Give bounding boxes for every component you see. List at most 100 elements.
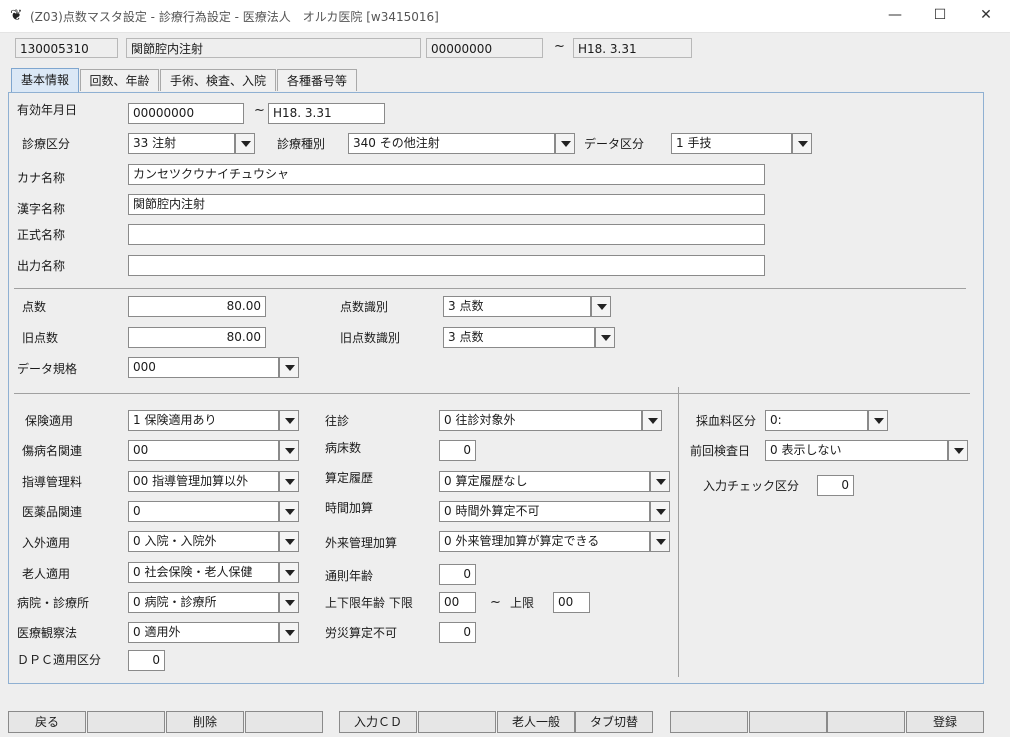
header-start-date: 00000000 <box>426 38 543 58</box>
chevron-down-icon[interactable] <box>279 471 299 492</box>
function-button-2[interactable] <box>87 711 165 733</box>
old-tensu-field[interactable]: 80.00 <box>128 327 266 348</box>
shinryo-kubun-select[interactable]: 33 注射 <box>128 133 235 154</box>
function-button-11[interactable] <box>827 711 905 733</box>
dpc-label: ＤＰＣ適用区分 <box>17 653 102 667</box>
data-kikaku-select[interactable]: 000 <box>128 357 279 378</box>
header-end-date: H18. 3.31 <box>573 38 692 58</box>
zenkai-select[interactable]: 0 表示しない <box>765 440 948 461</box>
valid-tilde: ~ <box>254 103 265 118</box>
byosho-field[interactable]: 0 <box>439 440 476 461</box>
kansatsu-select[interactable]: 0 適用外 <box>128 622 279 643</box>
kanji-field[interactable]: 関節腔内注射 <box>128 194 765 215</box>
zenkai-label: 前回検査日 <box>690 444 751 458</box>
oshin-select[interactable]: 0 往診対象外 <box>439 410 642 431</box>
shinryo-kubun-label: 診療区分 <box>22 137 71 151</box>
nyugai-select[interactable]: 0 入院・入院外 <box>128 531 279 552</box>
tab-surgery-exam[interactable]: 手術、検査、入院 <box>160 69 276 91</box>
shido-select[interactable]: 00 指導管理加算以外 <box>128 471 279 492</box>
jikan-label: 時間加算 <box>325 501 374 515</box>
chevron-down-icon[interactable] <box>279 562 299 583</box>
byosho-label: 病床数 <box>325 441 362 455</box>
chevron-down-icon[interactable] <box>650 531 670 552</box>
byoin-select[interactable]: 0 病院・診療所 <box>128 592 279 613</box>
tab-numbers[interactable]: 各種番号等 <box>277 69 357 91</box>
back-button[interactable]: 戻る <box>8 711 86 733</box>
input-cd-button[interactable]: 入力ＣＤ <box>339 711 417 733</box>
saiketsu-label: 採血料区分 <box>696 414 757 428</box>
maximize-button[interactable]: ☐ <box>917 0 963 31</box>
shinryo-shubetsu-select[interactable]: 340 その他注射 <box>348 133 555 154</box>
rojin-select[interactable]: 0 社会保険・老人保健 <box>128 562 279 583</box>
gairai-select[interactable]: 0 外来管理加算が算定できる <box>439 531 650 552</box>
nyugai-label: 入外適用 <box>22 536 71 550</box>
function-button-9[interactable] <box>670 711 748 733</box>
tensu-label: 点数 <box>22 300 47 314</box>
shobyo-select[interactable]: 00 <box>128 440 279 461</box>
jogen-label: 上限 <box>510 596 535 610</box>
rosai-label: 労災算定不可 <box>325 626 398 640</box>
output-label: 出力名称 <box>17 259 66 273</box>
chevron-down-icon[interactable] <box>279 622 299 643</box>
hoken-label: 保険適用 <box>25 414 74 428</box>
iyakuhin-select[interactable]: 0 <box>128 501 279 522</box>
rojin-label: 老人適用 <box>22 567 71 581</box>
kana-field[interactable]: カンセツクウナイチュウシャ <box>128 164 765 185</box>
valid-to-field[interactable]: H18. 3.31 <box>268 103 385 124</box>
chevron-down-icon[interactable] <box>792 133 812 154</box>
chevron-down-icon[interactable] <box>650 501 670 522</box>
header-tilde: ~ <box>554 39 565 54</box>
valid-from-field[interactable]: 00000000 <box>128 103 244 124</box>
chevron-down-icon[interactable] <box>279 357 299 378</box>
chevron-down-icon[interactable] <box>650 471 670 492</box>
tab-basic-info[interactable]: 基本情報 <box>11 68 79 92</box>
jogen-field[interactable]: 00 <box>553 592 590 613</box>
register-button[interactable]: 登録 <box>906 711 984 733</box>
old-shikibetsu-select[interactable]: 3 点数 <box>443 327 595 348</box>
tsusoku-label: 通則年齢 <box>325 569 374 583</box>
rosai-field[interactable]: 0 <box>439 622 476 643</box>
input-check-field[interactable]: 0 <box>817 475 854 496</box>
chevron-down-icon[interactable] <box>555 133 575 154</box>
dpc-field[interactable]: 0 <box>128 650 165 671</box>
old-shikibetsu-label: 旧点数識別 <box>340 331 401 345</box>
kagen-field[interactable]: 00 <box>439 592 476 613</box>
saiketsu-select[interactable]: 0: <box>765 410 868 431</box>
data-kubun-select[interactable]: 1 手技 <box>671 133 792 154</box>
chevron-down-icon[interactable] <box>595 327 615 348</box>
function-button-10[interactable] <box>749 711 827 733</box>
chevron-down-icon[interactable] <box>279 531 299 552</box>
title-bar: ❦ (Z03)点数マスタ設定 - 診療行為設定 - 医療法人 オルカ医院 [w3… <box>0 0 1010 33</box>
formal-field[interactable] <box>128 224 765 245</box>
tensu-shikibetsu-select[interactable]: 3 点数 <box>443 296 591 317</box>
chevron-down-icon[interactable] <box>235 133 255 154</box>
tensu-field[interactable]: 80.00 <box>128 296 266 317</box>
output-field[interactable] <box>128 255 765 276</box>
delete-button[interactable]: 削除 <box>166 711 244 733</box>
tab-switch-button[interactable]: タブ切替 <box>575 711 653 733</box>
chevron-down-icon[interactable] <box>868 410 888 431</box>
joge-label: 上下限年齢 下限 <box>325 596 413 610</box>
chevron-down-icon[interactable] <box>279 501 299 522</box>
tsusoku-field[interactable]: 0 <box>439 564 476 585</box>
rojin-ippan-button[interactable]: 老人一般 <box>497 711 575 733</box>
chevron-down-icon[interactable] <box>279 592 299 613</box>
jikan-select[interactable]: 0 時間外算定不可 <box>439 501 650 522</box>
chevron-down-icon[interactable] <box>591 296 611 317</box>
close-button[interactable]: ✕ <box>963 0 1009 31</box>
chevron-down-icon[interactable] <box>279 410 299 431</box>
tab-count-age[interactable]: 回数、年齢 <box>80 69 159 91</box>
function-button-6[interactable] <box>418 711 496 733</box>
santei-select[interactable]: 0 算定履歴なし <box>439 471 650 492</box>
hoken-select[interactable]: 1 保険適用あり <box>128 410 279 431</box>
chevron-down-icon[interactable] <box>948 440 968 461</box>
chevron-down-icon[interactable] <box>279 440 299 461</box>
byoin-label: 病院・診療所 <box>17 596 90 610</box>
tensu-shikibetsu-label: 点数識別 <box>340 300 389 314</box>
window-title: (Z03)点数マスタ設定 - 診療行為設定 - 医療法人 オルカ医院 [w341… <box>30 10 439 24</box>
joge-tilde: ~ <box>490 595 501 610</box>
chevron-down-icon[interactable] <box>642 410 662 431</box>
shinryo-shubetsu-label: 診療種別 <box>277 137 326 151</box>
function-button-4[interactable] <box>245 711 323 733</box>
minimize-button[interactable]: — <box>872 0 918 31</box>
